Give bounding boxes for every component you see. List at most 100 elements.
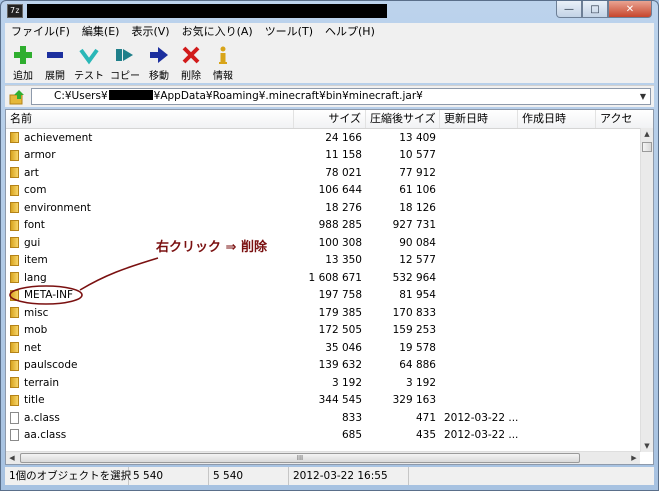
- table-row[interactable]: title 344 545 329 163: [6, 392, 640, 410]
- maximize-button[interactable]: □: [582, 1, 608, 18]
- table-row[interactable]: achievement 24 166 13 409: [6, 129, 640, 147]
- extract-button[interactable]: 展開: [42, 45, 68, 82]
- item-name: misc: [24, 306, 49, 319]
- item-packed-size: 77 912: [399, 166, 436, 179]
- table-row[interactable]: mob 172 505 159 253: [6, 322, 640, 340]
- horizontal-scrollbar[interactable]: ◀ III ▶: [6, 451, 640, 464]
- menu-bar: ファイル(F) 編集(E) 表示(V) お気に入り(A) ツール(T) ヘルプ(…: [5, 23, 654, 41]
- item-size: 172 505: [318, 324, 362, 337]
- add-button[interactable]: 追加: [10, 45, 36, 82]
- column-name[interactable]: 名前: [6, 110, 294, 128]
- menu-file[interactable]: ファイル(F): [5, 23, 76, 41]
- table-row[interactable]: paulscode 139 632 64 886: [6, 357, 640, 375]
- window-title-redacted: [27, 4, 387, 18]
- item-packed-size: 329 163: [392, 394, 436, 407]
- folder-icon: [10, 132, 19, 144]
- folder-icon: [10, 219, 19, 231]
- table-row[interactable]: item 13 350 12 577: [6, 252, 640, 270]
- scroll-down-icon[interactable]: ▼: [641, 440, 653, 452]
- path-suffix: ¥AppData¥Roaming¥.minecraft¥bin¥minecraf…: [153, 90, 423, 102]
- table-row[interactable]: font 988 285 927 731: [6, 217, 640, 235]
- item-name: art: [24, 166, 39, 179]
- test-label: テスト: [74, 71, 104, 82]
- item-packed-size: 81 954: [399, 289, 436, 302]
- menu-edit[interactable]: 編集(E): [76, 23, 126, 41]
- vertical-scrollbar[interactable]: ▲ ▼: [640, 128, 653, 452]
- item-size: 106 644: [318, 184, 362, 197]
- item-name: META-INF: [24, 289, 74, 302]
- extract-minus-icon: [47, 52, 63, 58]
- path-dropdown-icon[interactable]: ▼: [637, 89, 649, 104]
- title-bar[interactable]: 7z — □ ✕: [1, 1, 658, 23]
- column-size[interactable]: サイズ: [294, 110, 366, 128]
- folder-icon: [10, 184, 19, 196]
- horizontal-scroll-thumb[interactable]: III: [20, 453, 580, 463]
- folder-icon: [10, 272, 19, 284]
- item-size: 179 385: [318, 306, 362, 319]
- column-packed-size[interactable]: 圧縮後サイズ: [366, 110, 440, 128]
- item-packed-size: 90 084: [399, 236, 436, 249]
- table-row[interactable]: aa.class 685 435 2012-03-22 ...: [6, 427, 640, 445]
- folder-icon: [10, 167, 19, 179]
- table-row[interactable]: net 35 046 19 578: [6, 339, 640, 357]
- table-row[interactable]: armor 11 158 10 577: [6, 147, 640, 165]
- test-button[interactable]: テスト: [74, 45, 104, 82]
- item-size: 24 166: [325, 131, 362, 144]
- item-size: 35 046: [325, 341, 362, 354]
- item-name: paulscode: [24, 359, 78, 372]
- item-size: 1 608 671: [308, 271, 362, 284]
- add-plus-icon: [14, 46, 32, 64]
- item-name: aa.class: [24, 429, 67, 442]
- item-packed-size: 61 106: [399, 184, 436, 197]
- column-created[interactable]: 作成日時: [518, 110, 596, 128]
- item-size: 988 285: [318, 219, 362, 232]
- scroll-right-icon[interactable]: ▶: [628, 452, 640, 464]
- path-prefix: C:¥Users¥: [54, 90, 108, 102]
- folder-icon: [10, 324, 19, 336]
- table-row[interactable]: a.class 833 471 2012-03-22 ...: [6, 409, 640, 427]
- up-folder-icon[interactable]: [9, 89, 25, 105]
- window-controls: — □ ✕: [556, 1, 652, 19]
- item-name: a.class: [24, 411, 60, 424]
- item-size: 139 632: [318, 359, 362, 372]
- table-row[interactable]: art 78 021 77 912: [6, 164, 640, 182]
- table-row[interactable]: environment 18 276 18 126: [6, 199, 640, 217]
- menu-help[interactable]: ヘルプ(H): [319, 23, 381, 41]
- vertical-scroll-thumb[interactable]: [642, 142, 652, 152]
- item-name: mob: [24, 324, 48, 337]
- table-row[interactable]: misc 179 385 170 833: [6, 304, 640, 322]
- copy-button[interactable]: コピー: [110, 45, 140, 82]
- minimize-button[interactable]: —: [556, 1, 582, 18]
- annotation-text: 右クリック ⇒ 削除: [156, 240, 267, 255]
- add-label: 追加: [13, 71, 33, 82]
- scroll-up-icon[interactable]: ▲: [641, 128, 653, 140]
- table-row[interactable]: lang 1 608 671 532 964: [6, 269, 640, 287]
- scroll-left-icon[interactable]: ◀: [6, 452, 18, 464]
- column-accessed[interactable]: アクセ: [596, 110, 653, 128]
- table-row[interactable]: terrain 3 192 3 192: [6, 374, 640, 392]
- table-row[interactable]: gui 100 308 90 084: [6, 234, 640, 252]
- folder-icon: [10, 342, 19, 354]
- column-modified[interactable]: 更新日時: [440, 110, 518, 128]
- info-label: 情報: [213, 71, 233, 82]
- table-row-meta-inf[interactable]: META-INF 197 758 81 954: [6, 287, 640, 305]
- item-packed-size: 13 409: [399, 131, 436, 144]
- status-selection: 1個のオブジェクトを選択: [5, 467, 131, 485]
- item-packed-size: 927 731: [392, 219, 436, 232]
- item-packed-size: 19 578: [399, 341, 436, 354]
- item-packed-size: 64 886: [399, 359, 436, 372]
- item-packed-size: 10 577: [399, 149, 436, 162]
- delete-label: 削除: [181, 71, 201, 82]
- table-row[interactable]: com 106 644 61 106: [6, 182, 640, 200]
- close-button[interactable]: ✕: [608, 1, 652, 18]
- item-name: gui: [24, 236, 41, 249]
- menu-favorites[interactable]: お気に入り(A): [176, 23, 259, 41]
- delete-button[interactable]: 削除: [178, 45, 204, 82]
- info-button[interactable]: 情報: [210, 45, 236, 82]
- menu-view[interactable]: 表示(V): [125, 23, 175, 41]
- item-packed-size: 170 833: [392, 306, 436, 319]
- move-button[interactable]: 移動: [146, 45, 172, 82]
- item-modified: 2012-03-22 ...: [444, 429, 518, 442]
- menu-tools[interactable]: ツール(T): [259, 23, 319, 41]
- path-input[interactable]: C:¥Users¥ ¥AppData¥Roaming¥.minecraft¥bin…: [31, 88, 651, 105]
